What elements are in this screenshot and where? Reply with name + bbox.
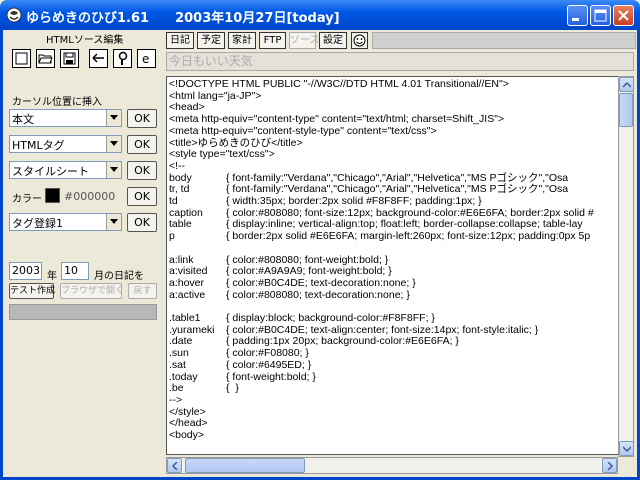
scroll-left-button[interactable] bbox=[167, 458, 182, 473]
tag-registration-value: タグ登録1 bbox=[12, 217, 63, 230]
color-swatch[interactable] bbox=[45, 188, 60, 203]
css-declaration: { color:#808080; text-decoration:none; } bbox=[226, 288, 410, 301]
chevron-down-icon bbox=[110, 141, 118, 146]
horizontal-scrollbar[interactable] bbox=[166, 457, 618, 474]
section-title: HTMLソース編集 bbox=[46, 35, 124, 46]
css-declaration: { font-weight:bold; } bbox=[226, 370, 316, 383]
tab-settings[interactable]: 設定 bbox=[319, 32, 347, 49]
color-label: カラー bbox=[12, 194, 42, 205]
chevron-left-icon bbox=[171, 462, 178, 470]
tab-ftp[interactable]: FTP bbox=[259, 32, 286, 49]
source-editor[interactable]: <!DOCTYPE HTML PUBLIC "-//W3C//DTD HTML … bbox=[166, 76, 618, 455]
css-declaration: { color:#6495ED; } bbox=[226, 358, 312, 371]
browser-button[interactable]: e bbox=[137, 49, 156, 68]
minimize-button[interactable] bbox=[567, 5, 588, 26]
maximize-icon bbox=[594, 9, 607, 22]
combo-arrow[interactable] bbox=[106, 162, 121, 178]
scroll-up-button[interactable] bbox=[619, 77, 634, 92]
revert-button[interactable]: 戻す bbox=[128, 283, 157, 299]
body-combo[interactable]: 本文 bbox=[9, 109, 122, 127]
size-grip[interactable] bbox=[618, 457, 634, 474]
year-input[interactable]: 2003 bbox=[9, 262, 42, 280]
search-button[interactable] bbox=[113, 49, 132, 68]
code-line: --> bbox=[169, 393, 183, 406]
stylesheet-combo-value: スタイルシート bbox=[12, 165, 89, 178]
magnifier-icon bbox=[118, 51, 128, 65]
stylesheet-combo[interactable]: スタイルシート bbox=[9, 161, 122, 179]
smiley-button[interactable] bbox=[351, 32, 368, 49]
month-suffix-label: 月の日記を bbox=[94, 271, 144, 282]
window-title: ゆらめきのひび1.61 2003年10月27日[today] bbox=[26, 11, 340, 26]
tab-household[interactable]: 家計 bbox=[228, 32, 256, 49]
minimize-icon bbox=[572, 18, 579, 21]
tab-diary[interactable]: 日記 bbox=[166, 32, 194, 49]
folder-icon bbox=[38, 54, 53, 64]
css-selector: .table1 bbox=[169, 312, 201, 324]
floppy-icon bbox=[63, 52, 76, 65]
body-ok-button[interactable]: OK bbox=[127, 109, 157, 128]
open-button[interactable] bbox=[36, 49, 55, 68]
combo-arrow[interactable] bbox=[106, 214, 121, 230]
code-line: <body> bbox=[169, 429, 205, 441]
css-selector: p bbox=[169, 230, 175, 243]
month-input[interactable]: 10 bbox=[61, 262, 89, 280]
progress-bar bbox=[9, 304, 157, 320]
new-button[interactable] bbox=[12, 49, 31, 68]
code-line: <meta http-equiv="content-style-type" co… bbox=[169, 124, 437, 137]
close-button[interactable] bbox=[613, 5, 634, 26]
weather-status: 今日もいい天気 bbox=[166, 52, 634, 71]
combo-arrow[interactable] bbox=[106, 136, 121, 152]
body-combo-value: 本文 bbox=[12, 113, 34, 126]
title-bar[interactable]: ゆらめきのひび1.61 2003年10月27日[today] bbox=[0, 0, 640, 30]
back-arrow-button[interactable] bbox=[89, 49, 108, 68]
css-declaration: { } bbox=[226, 382, 239, 395]
new-file-icon bbox=[15, 52, 28, 65]
html-tag-combo-value: HTMLタグ bbox=[12, 139, 65, 152]
chevron-down-icon bbox=[110, 219, 118, 224]
tab-source[interactable]: ソース bbox=[289, 32, 320, 49]
css-selector: a:hover bbox=[169, 276, 205, 289]
css-declaration: { color:#B0C4DE; text-decoration:none; } bbox=[226, 276, 416, 289]
test-create-button[interactable]: テスト作成 bbox=[9, 283, 55, 299]
scroll-down-button[interactable] bbox=[619, 441, 634, 456]
close-icon bbox=[618, 10, 629, 21]
chevron-down-icon bbox=[110, 115, 118, 120]
css-selector: .sat bbox=[169, 358, 186, 371]
chevron-right-icon bbox=[607, 462, 614, 470]
vertical-scroll-thumb[interactable] bbox=[619, 93, 633, 127]
app-icon bbox=[6, 7, 22, 23]
html-tag-ok-button[interactable]: OK bbox=[127, 135, 157, 154]
color-value: #000000 bbox=[64, 190, 116, 203]
open-in-browser-button[interactable]: ブラウザで開く bbox=[60, 283, 124, 299]
arrow-left-icon bbox=[92, 53, 104, 63]
vertical-scrollbar[interactable] bbox=[618, 76, 634, 457]
toolbar-strip bbox=[372, 32, 636, 49]
css-declaration: { display:block; background-color:#F8F8F… bbox=[226, 312, 435, 324]
insert-label: カーソル位置に挿入 bbox=[12, 97, 102, 108]
tag-registration-ok-button[interactable]: OK bbox=[127, 213, 157, 232]
css-selector: a:active bbox=[169, 288, 206, 301]
maximize-button[interactable] bbox=[590, 5, 611, 26]
tag-registration-combo[interactable]: タグ登録1 bbox=[9, 213, 122, 231]
svg-text:e: e bbox=[142, 52, 149, 66]
scroll-right-button[interactable] bbox=[602, 458, 617, 473]
code-line: <!-- bbox=[169, 159, 186, 172]
code-line: <!DOCTYPE HTML PUBLIC "-//W3C//DTD HTML … bbox=[169, 78, 509, 90]
tab-schedule[interactable]: 予定 bbox=[197, 32, 225, 49]
save-button[interactable] bbox=[60, 49, 79, 68]
chevron-down-icon bbox=[623, 446, 631, 453]
horizontal-scroll-thumb[interactable] bbox=[185, 458, 305, 473]
smiley-icon bbox=[353, 34, 366, 47]
css-selector: td bbox=[169, 195, 178, 207]
color-ok-button[interactable]: OK bbox=[127, 187, 157, 206]
html-tag-combo[interactable]: HTMLタグ bbox=[9, 135, 122, 153]
stylesheet-ok-button[interactable]: OK bbox=[127, 161, 157, 180]
ie-icon: e bbox=[142, 52, 149, 66]
css-declaration: { width:35px; border:2px solid #F8F8FF; … bbox=[226, 195, 482, 207]
year-unit-label: 年 bbox=[47, 271, 57, 282]
chevron-down-icon bbox=[110, 167, 118, 172]
combo-arrow[interactable] bbox=[106, 110, 121, 126]
css-declaration: { border:2px solid #E6E6FA; margin-left:… bbox=[226, 230, 591, 243]
chevron-up-icon bbox=[623, 81, 631, 88]
